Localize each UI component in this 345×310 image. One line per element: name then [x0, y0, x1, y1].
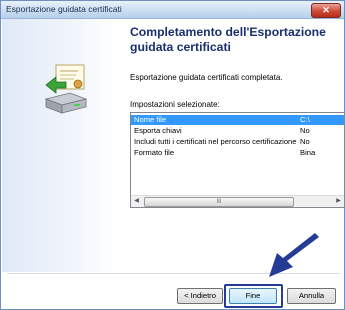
list-item[interactable]: Esporta chiavi No	[131, 126, 344, 136]
finish-button[interactable]: Fine	[229, 288, 277, 304]
list-item[interactable]: Formato file Bina	[131, 148, 344, 158]
close-button[interactable]: ✕	[311, 3, 341, 18]
setting-name: Nome file	[134, 115, 167, 124]
wizard-window: Esportazione guidata certificati ✕ Compl…	[0, 0, 345, 310]
wizard-side-panel	[2, 19, 114, 272]
setting-value: Bina	[300, 148, 316, 157]
certificate-drive-icon	[44, 64, 88, 114]
title-bar: Esportazione guidata certificati ✕	[1, 1, 344, 19]
arrow-pointer-icon	[269, 233, 319, 277]
page-title: Completamento dell'Esportazione guidata …	[130, 25, 326, 54]
setting-name: Includi tutti i certificati nel percorso…	[134, 137, 297, 146]
close-icon: ✕	[322, 5, 330, 15]
setting-value: No	[300, 126, 310, 135]
list-item[interactable]: Nome file C:\	[131, 115, 344, 125]
completion-message: Esportazione guidata certificati complet…	[130, 73, 283, 82]
window-title: Esportazione guidata certificati	[6, 4, 122, 14]
scroll-left-icon[interactable]: ◀	[131, 196, 142, 207]
settings-label: Impostazioni selezionate:	[130, 100, 220, 109]
setting-value: No	[300, 137, 310, 146]
setting-value: C:\	[300, 115, 310, 124]
setting-name: Esporta chiavi	[134, 126, 182, 135]
settings-list[interactable]: Nome file C:\ Esporta chiavi No Includi …	[130, 112, 345, 208]
scroll-grip: III	[216, 199, 222, 205]
horizontal-scrollbar[interactable]: ◀ III ▶	[131, 195, 344, 207]
back-button[interactable]: < Indietro	[177, 288, 223, 304]
scroll-thumb[interactable]: III	[144, 197, 294, 207]
list-item[interactable]: Includi tutti i certificati nel percorso…	[131, 137, 344, 147]
cancel-button[interactable]: Annulla	[287, 288, 336, 304]
scroll-right-icon[interactable]: ▶	[333, 196, 344, 207]
setting-name: Formato file	[134, 148, 175, 157]
